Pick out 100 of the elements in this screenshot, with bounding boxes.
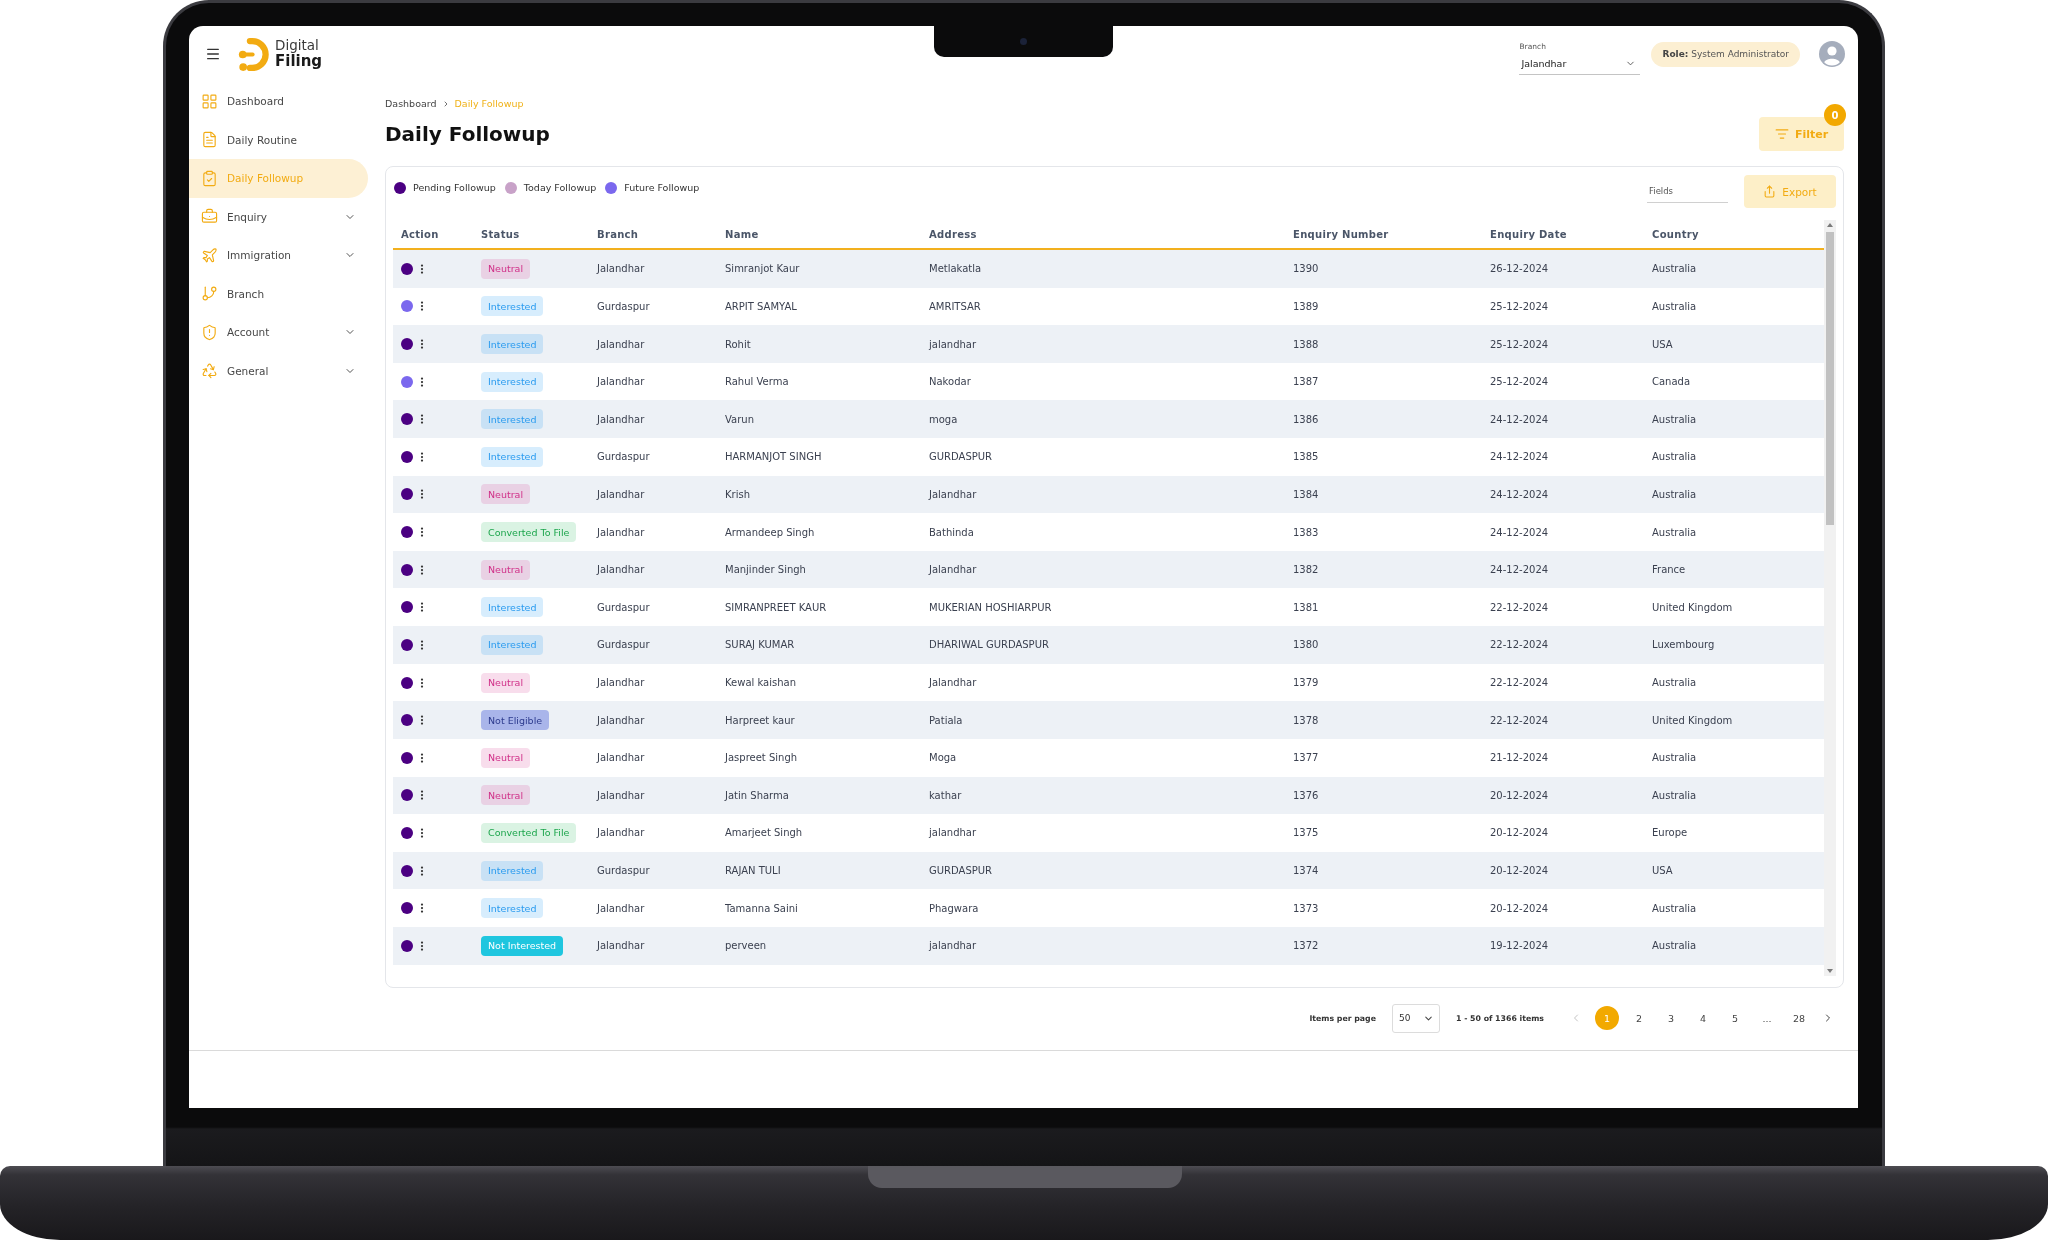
page-button[interactable]: 4 — [1691, 1006, 1715, 1030]
table-cell-text: Gurdaspur — [596, 601, 651, 613]
branch-icon — [201, 285, 218, 303]
briefcase-icon — [201, 208, 218, 226]
table-cell-text: Gurdaspur — [596, 300, 651, 312]
status-tag: Neutral — [481, 785, 531, 806]
menu-icon[interactable] — [205, 46, 221, 62]
sidebar-item[interactable]: Branch — [189, 274, 368, 313]
table-cell-text: 20-12-2024 — [1489, 827, 1550, 839]
column-header[interactable]: Enquiry Number — [1285, 228, 1482, 240]
table-cell-text: 1385 — [1292, 451, 1320, 463]
fields-select[interactable]: Fields — [1647, 180, 1728, 203]
column-header[interactable]: Action — [393, 228, 473, 240]
table-cell-text: Australia — [1651, 526, 1698, 538]
table-cell-text: Jalandhar — [595, 564, 646, 576]
table-cell-text: 1375 — [1292, 827, 1320, 839]
status-tag: Interested — [481, 334, 544, 354]
table-cell-text: 1387 — [1292, 376, 1320, 388]
scroll-down-icon[interactable] — [1827, 969, 1833, 973]
table-cell-text: Jalandhar — [595, 940, 646, 952]
sidebar-item[interactable]: Dashboard — [189, 82, 368, 121]
table-cell-text: perveen — [724, 940, 768, 952]
clipboard-check-icon — [201, 169, 218, 187]
table-cell-text: Jalandhar — [595, 827, 646, 839]
table-cell-text: 24-12-2024 — [1489, 413, 1550, 425]
table-cell-text: Europe — [1651, 827, 1689, 839]
sidebar-item[interactable]: General — [189, 351, 368, 390]
table-cell-text: Australia — [1651, 940, 1698, 952]
status-tag: Neutral — [481, 672, 531, 693]
table-cell-text: 1390 — [1292, 263, 1320, 275]
sidebar-item[interactable]: Immigration — [189, 236, 368, 275]
table-cell-text: 24-12-2024 — [1489, 564, 1550, 576]
breadcrumb-item: Daily Followup — [454, 98, 524, 110]
page-gap: ... — [1761, 1012, 1773, 1024]
table-cell-text: kathar — [928, 789, 963, 801]
sidebar-item[interactable]: Account — [189, 313, 368, 352]
status-tag: Converted To File — [481, 522, 577, 543]
scrollbar-thumb[interactable] — [1826, 232, 1834, 525]
sidebar-item[interactable]: Enquiry — [189, 197, 368, 236]
table-cell-text: Jalandhar — [927, 488, 978, 500]
table-cell-text: Simranjot Kaur — [724, 263, 801, 275]
column-header[interactable]: Enquiry Date — [1482, 228, 1644, 240]
sidebar-item[interactable]: Daily Routine — [189, 120, 368, 159]
status-tag: Neutral — [481, 747, 531, 768]
table-cell-text: Rahul Verma — [724, 376, 790, 388]
table-cell-text: Australia — [1651, 300, 1698, 312]
table-cell-text: France — [1651, 564, 1687, 576]
table-cell-text: 22-12-2024 — [1489, 714, 1550, 726]
document-icon — [201, 131, 218, 149]
page-button[interactable]: 3 — [1659, 1006, 1683, 1030]
table-cell-text: 1376 — [1292, 789, 1320, 801]
table-cell-text: Krish — [724, 488, 751, 500]
table-cell-text: Tamanna Saini — [724, 902, 799, 914]
table-cell-text: 19-12-2024 — [1489, 940, 1550, 952]
table-cell-text: 1386 — [1292, 413, 1320, 425]
page-button[interactable]: 28 — [1787, 1006, 1811, 1030]
table-cell-text: Australia — [1651, 752, 1698, 764]
table-cell-text: SIMRANPREET KAUR — [724, 601, 828, 613]
table-cell-text: jalandhar — [928, 338, 978, 350]
column-header[interactable]: Name — [717, 228, 921, 240]
column-header[interactable]: Branch — [589, 228, 717, 240]
column-header[interactable]: Country — [1644, 228, 1824, 240]
table-cell-text: Jalandhar — [595, 902, 646, 914]
status-tag: Interested — [481, 371, 544, 392]
branch-select[interactable]: Jalandhar — [1519, 52, 1641, 75]
table-cell-text: 1379 — [1292, 677, 1320, 688]
logo-text: Filing — [275, 53, 323, 70]
page-button[interactable]: 5 — [1723, 1006, 1747, 1030]
status-tag: Interested — [481, 446, 544, 467]
status-tag: Converted To File — [481, 822, 577, 843]
table-cell-text: United Kingdom — [1651, 714, 1734, 726]
table-cell-text: 25-12-2024 — [1489, 338, 1550, 350]
table-cell-text: ARPIT SAMYAL — [724, 300, 798, 312]
table-cell-text: Jalandhar — [595, 338, 646, 350]
table-cell-text: Jalandhar — [927, 564, 978, 576]
table-cell-text: 25-12-2024 — [1489, 300, 1550, 312]
table-cell-text: 20-12-2024 — [1489, 902, 1550, 914]
breadcrumb-item[interactable]: Dashboard — [385, 98, 437, 110]
table-cell-text: Jatin Sharma — [723, 789, 790, 801]
table-cell-text: USA — [1651, 865, 1674, 877]
table-cell-text: 20-12-2024 — [1489, 789, 1550, 801]
table-cell-text: Jalandhar — [595, 677, 646, 688]
scroll-up-icon[interactable] — [1827, 223, 1833, 227]
page-title: Daily Followup — [385, 121, 550, 148]
export-icon — [1763, 185, 1777, 198]
table-cell-text: 22-12-2024 — [1489, 677, 1550, 688]
table-cell-text: Jalandhar — [595, 789, 646, 801]
table-cell-text: 21-12-2024 — [1489, 752, 1550, 764]
table-cell-text: moga — [928, 413, 959, 425]
table-cell-text: Jalandhar — [927, 677, 978, 688]
column-header[interactable]: Address — [921, 228, 1285, 240]
legend-label: Future Followup — [624, 181, 700, 195]
page-size-select[interactable]: 50 — [1392, 1003, 1440, 1033]
count-badge: 0 — [1824, 104, 1846, 126]
table-cell-text: GURDASPUR — [928, 451, 994, 463]
table-cell-text: 1389 — [1292, 300, 1320, 312]
table-cell-text: DHARIWAL GURDASPUR — [928, 639, 1050, 651]
page-button[interactable]: 2 — [1627, 1006, 1651, 1030]
scrollbar[interactable] — [1824, 220, 1836, 976]
column-header[interactable]: Status — [473, 228, 589, 240]
